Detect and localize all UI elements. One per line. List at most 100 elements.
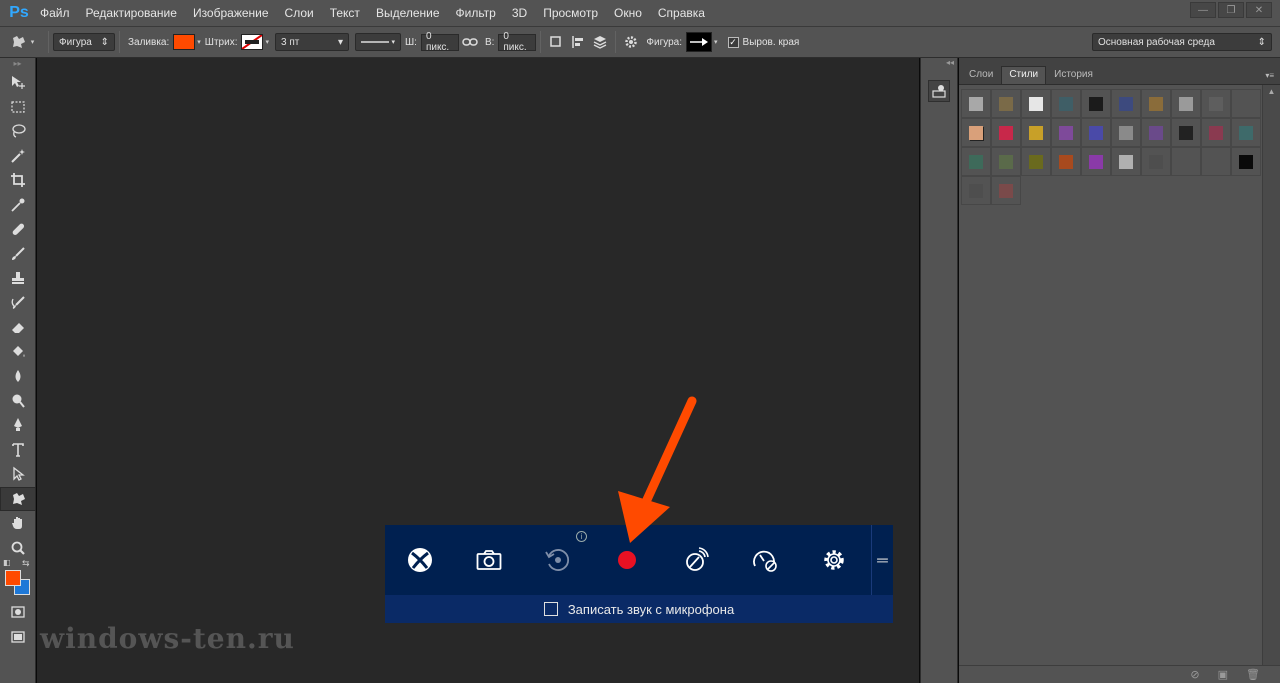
menu-view[interactable]: Просмотр — [535, 6, 606, 20]
move-tool-icon[interactable] — [0, 70, 36, 95]
path-operations-icon[interactable] — [545, 31, 567, 53]
crop-tool-icon[interactable] — [0, 168, 36, 193]
new-style-icon[interactable]: ▣ — [1218, 668, 1228, 681]
marquee-tool-icon[interactable] — [0, 95, 36, 120]
menu-edit[interactable]: Редактирование — [78, 6, 185, 20]
minimize-button[interactable]: — — [1190, 2, 1216, 18]
stroke-width-field[interactable]: 3 пт ▾ — [274, 33, 349, 51]
panel-grip[interactable]: ◂◂ — [921, 58, 957, 68]
properties-panel-icon[interactable] — [928, 80, 950, 102]
style-swatch[interactable] — [1171, 118, 1201, 147]
path-alignment-icon[interactable] — [567, 31, 589, 53]
style-swatch[interactable] — [1111, 147, 1141, 176]
style-swatch[interactable] — [1231, 118, 1261, 147]
clear-style-icon[interactable]: ⊘ — [1190, 668, 1199, 681]
style-swatch[interactable] — [1081, 147, 1111, 176]
style-swatch[interactable] — [991, 89, 1021, 118]
path-arrangement-icon[interactable] — [589, 31, 611, 53]
lasso-tool-icon[interactable] — [0, 119, 36, 144]
stroke-type-dropdown[interactable]: ▾ — [354, 33, 401, 51]
tab-styles[interactable]: Стили — [1001, 66, 1047, 84]
workspace-dropdown[interactable]: Основная рабочая среда ⇕ — [1092, 33, 1272, 51]
screenshot-button[interactable] — [454, 525, 523, 595]
style-swatch[interactable] — [1231, 147, 1261, 176]
panel-menu-icon[interactable]: ▾≡ — [1265, 71, 1274, 80]
screen-mode-icon[interactable] — [0, 625, 36, 650]
restore-button[interactable]: ❐ — [1218, 2, 1244, 18]
drag-handle-icon[interactable]: ═ — [871, 525, 893, 595]
style-swatch[interactable] — [1141, 118, 1171, 147]
custom-shape-tool-icon[interactable] — [0, 486, 36, 511]
tab-history[interactable]: История — [1046, 66, 1101, 84]
pen-tool-icon[interactable] — [0, 413, 36, 438]
brush-tool-icon[interactable] — [0, 242, 36, 267]
style-swatch[interactable] — [991, 118, 1021, 147]
style-swatch[interactable] — [1111, 118, 1141, 147]
style-swatch[interactable] — [961, 176, 991, 205]
default-colors-icon[interactable]: ◧ — [3, 558, 11, 567]
style-swatch[interactable] — [961, 89, 991, 118]
hand-tool-icon[interactable] — [0, 511, 36, 536]
zoom-tool-icon[interactable] — [0, 536, 36, 561]
style-swatch[interactable] — [1201, 147, 1231, 176]
close-button[interactable]: ✕ — [1246, 2, 1272, 18]
style-swatch[interactable] — [1171, 89, 1201, 118]
tab-layers[interactable]: Слои — [961, 66, 1001, 84]
healing-brush-tool-icon[interactable] — [0, 217, 36, 242]
scroll-up-icon[interactable]: ▲ — [1263, 85, 1280, 99]
style-swatch[interactable] — [961, 118, 991, 147]
style-swatch[interactable] — [1171, 147, 1201, 176]
style-swatch[interactable] — [991, 176, 1021, 205]
xbox-button[interactable] — [385, 525, 454, 595]
menu-3d[interactable]: 3D — [504, 6, 535, 20]
settings-button[interactable] — [799, 525, 868, 595]
panel-scrollbar[interactable]: ▲ — [1262, 85, 1280, 665]
height-input[interactable]: 0 пикс. — [498, 31, 537, 53]
history-brush-tool-icon[interactable] — [0, 291, 36, 316]
eyedropper-tool-icon[interactable] — [0, 193, 36, 218]
menu-type[interactable]: Текст — [322, 6, 368, 20]
menu-file[interactable]: Файл — [32, 6, 78, 20]
style-swatch[interactable] — [991, 147, 1021, 176]
style-swatch[interactable] — [1201, 89, 1231, 118]
style-swatch[interactable] — [1051, 89, 1081, 118]
menu-select[interactable]: Выделение — [368, 6, 448, 20]
antialias-checkbox[interactable]: ✓ — [727, 36, 739, 48]
menu-filter[interactable]: Фильтр — [448, 6, 504, 20]
trash-icon[interactable]: 🗑 — [1246, 668, 1260, 681]
swap-colors-icon[interactable]: ⇆ — [22, 558, 30, 569]
menu-window[interactable]: Окно — [606, 6, 650, 20]
style-swatch[interactable] — [1231, 89, 1261, 118]
menu-help[interactable]: Справка — [650, 6, 713, 20]
quick-mask-icon[interactable] — [0, 600, 36, 625]
style-swatch[interactable] — [1141, 147, 1171, 176]
blur-tool-icon[interactable] — [0, 364, 36, 389]
fill-color-swatch[interactable] — [173, 34, 196, 50]
dodge-tool-icon[interactable] — [0, 389, 36, 414]
info-icon[interactable]: i — [576, 531, 587, 542]
menu-layers[interactable]: Слои — [277, 6, 322, 20]
panel-grip[interactable]: ▸▸ — [0, 58, 35, 70]
path-selection-tool-icon[interactable] — [0, 462, 36, 487]
style-swatch[interactable] — [1021, 118, 1051, 147]
performance-button[interactable] — [730, 525, 799, 595]
style-swatch[interactable] — [1141, 89, 1171, 118]
style-swatch[interactable] — [1081, 89, 1111, 118]
style-swatch[interactable] — [961, 147, 991, 176]
magic-wand-tool-icon[interactable] — [0, 144, 36, 169]
stroke-color-swatch[interactable] — [241, 34, 264, 50]
style-swatch[interactable] — [1081, 118, 1111, 147]
gear-icon[interactable] — [620, 31, 642, 53]
type-tool-icon[interactable] — [0, 438, 36, 463]
style-swatch[interactable] — [1021, 89, 1051, 118]
style-swatch[interactable] — [1051, 147, 1081, 176]
shape-picker[interactable] — [686, 32, 713, 52]
tool-mode-dropdown[interactable]: Фигура ⇕ — [53, 33, 115, 51]
eraser-tool-icon[interactable] — [0, 315, 36, 340]
mic-checkbox[interactable] — [543, 602, 558, 616]
menu-image[interactable]: Изображение — [185, 6, 277, 20]
paint-bucket-tool-icon[interactable] — [0, 340, 36, 365]
clone-stamp-tool-icon[interactable] — [0, 266, 36, 291]
link-icon[interactable] — [459, 31, 481, 53]
style-swatch[interactable] — [1111, 89, 1141, 118]
